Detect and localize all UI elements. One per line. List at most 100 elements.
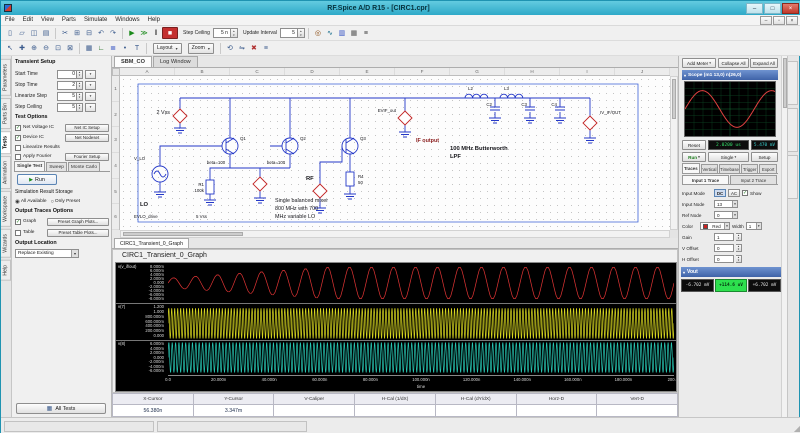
dock-tab-help[interactable]: Help bbox=[1, 260, 11, 281]
dock-tab-parts-bin[interactable]: Parts Bin bbox=[1, 98, 11, 129]
linearize-results-checkbox[interactable] bbox=[15, 145, 21, 151]
dock-tab-wizards[interactable]: Wizards bbox=[1, 229, 11, 258]
add-meter-button[interactable]: Add Meter bbox=[682, 58, 716, 68]
step-ceiling-spinner[interactable] bbox=[231, 28, 238, 38]
width-select[interactable]: 1 bbox=[746, 222, 762, 230]
delete-icon[interactable]: ✖ bbox=[248, 42, 260, 54]
rotate-icon[interactable]: ⟲ bbox=[224, 42, 236, 54]
tab-trigger[interactable]: Trigger bbox=[741, 164, 759, 173]
tab-vertical[interactable]: Vertical bbox=[701, 164, 719, 173]
graph-output-checkbox[interactable]: ✓ bbox=[15, 219, 21, 225]
scope-setup-button[interactable]: Setup bbox=[751, 152, 778, 162]
color-select[interactable]: Red bbox=[700, 222, 730, 230]
dc-button[interactable]: DC bbox=[714, 189, 726, 197]
right-dock-tab[interactable] bbox=[788, 108, 798, 152]
schematic-canvas[interactable]: 2 VssQ1Q2Q3beta=100beta=100V_LOLOR1100kR… bbox=[120, 76, 670, 230]
linearize-step-input[interactable]: 5 bbox=[57, 92, 77, 101]
stop-icon[interactable]: ■ bbox=[162, 27, 178, 39]
gain-input[interactable]: 1 bbox=[714, 233, 734, 241]
step-ceiling-field-spinner[interactable] bbox=[77, 103, 83, 112]
update-interval-spinner[interactable] bbox=[298, 28, 305, 38]
show-checkbox[interactable]: ✓ bbox=[742, 190, 748, 196]
run-icon[interactable]: ▶ bbox=[126, 27, 138, 39]
tab-sweep[interactable]: Sweep bbox=[46, 162, 67, 171]
ref-node-select[interactable]: 0 bbox=[714, 211, 738, 219]
zoom-window-icon[interactable]: ⊡ bbox=[52, 42, 64, 54]
graph-plot-area[interactable]: time v(v_if/out)8.000m6.000m4.000m2.000m… bbox=[115, 262, 677, 392]
v-offset-spinner[interactable] bbox=[736, 244, 742, 252]
tab-single-test[interactable]: Single Test bbox=[14, 161, 45, 171]
tab-export[interactable]: Export bbox=[759, 164, 777, 173]
linearize-step-spinner[interactable] bbox=[77, 92, 83, 101]
input-node-select[interactable]: 13 bbox=[714, 200, 738, 208]
wire-icon[interactable]: ∟ bbox=[95, 42, 107, 54]
maximize-button[interactable]: □ bbox=[764, 3, 781, 14]
stop-time-spinner[interactable] bbox=[77, 81, 83, 90]
start-time-spinner[interactable] bbox=[77, 70, 83, 79]
gain-spinner[interactable] bbox=[736, 233, 742, 241]
menu-parts[interactable]: Parts bbox=[58, 17, 80, 23]
run-all-icon[interactable]: ≫ bbox=[138, 27, 150, 39]
new-file-icon[interactable]: ▯ bbox=[4, 27, 16, 39]
chart-icon[interactable]: ▥ bbox=[336, 27, 348, 39]
layout-dropdown[interactable]: Layout bbox=[153, 43, 182, 54]
mdi-close-button[interactable]: × bbox=[786, 16, 798, 25]
preset-table-plots-button[interactable]: Preset Table Plots... bbox=[47, 229, 109, 237]
start-time-input[interactable]: 0 bbox=[57, 70, 77, 79]
grid-icon[interactable]: ▦ bbox=[83, 42, 95, 54]
tab-schematic[interactable]: SBM_CO bbox=[114, 56, 152, 67]
tab-monte-carlo[interactable]: Monte Carlo bbox=[68, 162, 100, 171]
tab-input1-trace[interactable]: Input 1 Trace bbox=[682, 175, 729, 184]
preset-graph-plots-button[interactable]: Preset Graph Plots... bbox=[47, 218, 109, 226]
v-offset-input[interactable]: 0 bbox=[714, 244, 734, 252]
update-interval-input[interactable]: 5 bbox=[280, 28, 305, 38]
print-icon[interactable]: ▤ bbox=[40, 27, 52, 39]
only-preset-radio[interactable]: ○ bbox=[51, 199, 54, 205]
start-time-unit-select[interactable] bbox=[85, 70, 96, 79]
menu-view[interactable]: View bbox=[37, 17, 58, 23]
collapse-all-button[interactable]: Collapse All bbox=[718, 58, 749, 68]
tab-timebase[interactable]: Timebase bbox=[719, 164, 740, 173]
dock-tab-workspace[interactable]: Workspace bbox=[1, 191, 11, 227]
undo-icon[interactable]: ↶ bbox=[95, 27, 107, 39]
schematic-horizontal-scrollbar[interactable] bbox=[120, 230, 670, 238]
update-interval-value[interactable]: 5 bbox=[280, 28, 298, 38]
table-output-checkbox[interactable] bbox=[15, 230, 21, 236]
schematic-vertical-scrollbar[interactable] bbox=[670, 76, 678, 230]
net-nodeset-button[interactable]: Net Nodeset bbox=[65, 134, 109, 142]
all-tests-button[interactable]: All Tests bbox=[16, 403, 106, 414]
table-icon[interactable]: ▦ bbox=[348, 27, 360, 39]
mdi-minimize-button[interactable]: – bbox=[760, 16, 772, 25]
step-ceiling-value[interactable]: 5 n bbox=[213, 28, 231, 38]
pause-icon[interactable]: ‖ bbox=[150, 27, 162, 39]
title-bar[interactable]: RF.Spice A/D R15 - [CIRC1.cpr] –□× bbox=[1, 1, 800, 15]
menu-help[interactable]: Help bbox=[144, 17, 164, 23]
select-arrow-icon[interactable]: ↖ bbox=[4, 42, 16, 54]
net-ic-setup-button[interactable]: Net IC Setup bbox=[65, 124, 109, 132]
fourier-setup-button[interactable]: Fourier Setup bbox=[65, 153, 109, 161]
zoom-dropdown[interactable]: Zoom bbox=[188, 43, 214, 54]
scope-single-button[interactable]: Single bbox=[708, 152, 749, 162]
step-ceiling-field-input[interactable]: 5 bbox=[57, 103, 77, 112]
copy-icon[interactable]: ⊞ bbox=[71, 27, 83, 39]
scope-header[interactable]: Scope (m1 13,0) n(26,0) bbox=[682, 70, 778, 80]
menu-windows[interactable]: Windows bbox=[111, 17, 143, 23]
bus-icon[interactable]: ≣ bbox=[107, 42, 119, 54]
output-location-select[interactable]: Replace Existing bbox=[15, 249, 79, 258]
right-dock-tab[interactable] bbox=[788, 155, 798, 199]
mdi-restore-button[interactable]: ▫ bbox=[773, 16, 785, 25]
redo-icon[interactable]: ↷ bbox=[107, 27, 119, 39]
open-file-icon[interactable]: ▱ bbox=[16, 27, 28, 39]
h-offset-spinner[interactable] bbox=[736, 255, 742, 263]
all-available-radio[interactable]: ◉ bbox=[15, 199, 20, 205]
apply-fourier-checkbox[interactable] bbox=[15, 154, 21, 160]
dock-tab-parameters[interactable]: Parameters bbox=[1, 59, 11, 96]
step-ceiling-unit-select[interactable] bbox=[85, 103, 96, 112]
dock-tab-animation[interactable]: Animation bbox=[1, 156, 11, 189]
menu-simulate[interactable]: Simulate bbox=[80, 17, 111, 23]
menu-file[interactable]: File bbox=[1, 17, 19, 23]
pan-icon[interactable]: ✚ bbox=[16, 42, 28, 54]
cut-icon[interactable]: ✂ bbox=[59, 27, 71, 39]
stop-time-unit-select[interactable] bbox=[85, 81, 96, 90]
menu-edit[interactable]: Edit bbox=[19, 17, 37, 23]
